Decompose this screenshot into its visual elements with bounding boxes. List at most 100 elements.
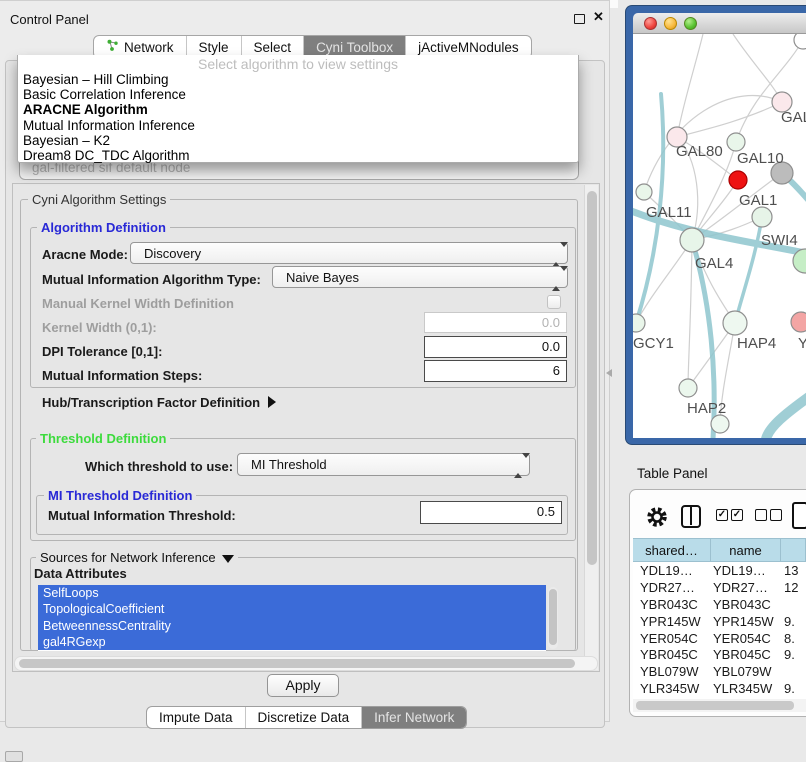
- manual-kernel-checkbox[interactable]: [547, 295, 561, 309]
- network-node-gal4[interactable]: [680, 228, 704, 252]
- attribute-item-gal4rgexp[interactable]: gal4RGexp: [38, 634, 546, 650]
- algorithm-option-bayesian-k2[interactable]: Bayesian – K2: [18, 133, 578, 148]
- table-cell: YLR345W: [711, 681, 781, 696]
- settings-vscroll-thumb[interactable]: [587, 191, 597, 565]
- table-cell: 9.: [781, 681, 806, 696]
- sources-expander[interactable]: Sources for Network Inference: [36, 550, 238, 565]
- mi-type-label: Mutual Information Algorithm Type:: [42, 272, 261, 287]
- select-all-checked-icon[interactable]: ✓: [731, 509, 743, 521]
- hub-definition-label: Hub/Transcription Factor Definition: [42, 395, 260, 410]
- settings-vertical-scrollbar[interactable]: [584, 185, 598, 670]
- table-cell: YBR045C: [633, 647, 711, 662]
- table-cell: YDL19…: [633, 563, 711, 578]
- split-divider-arrow-icon[interactable]: [606, 369, 612, 377]
- network-node-hap4[interactable]: [723, 311, 747, 335]
- spinner-arrows-icon: [514, 458, 522, 473]
- settings-horizontal-scrollbar[interactable]: [14, 656, 598, 671]
- algorithm-option-basic-correlation-inference[interactable]: Basic Correlation Inference: [18, 87, 578, 102]
- columns-icon[interactable]: [681, 505, 701, 528]
- table-cell: YBL079W: [633, 664, 711, 679]
- network-node-swi4[interactable]: [752, 207, 772, 227]
- table-horizontal-scrollbar[interactable]: [633, 699, 806, 712]
- apply-button[interactable]: Apply: [267, 674, 339, 697]
- table-cell: 9.: [781, 614, 806, 629]
- node-label-gal: GAL: [781, 109, 806, 126]
- table-hscroll-thumb[interactable]: [636, 701, 794, 710]
- network-icon: [106, 39, 119, 55]
- node-label-gal1: GAL1: [739, 192, 777, 209]
- which-threshold-label: Which threshold to use:: [85, 459, 233, 474]
- deselect-all-icon[interactable]: [770, 509, 782, 521]
- attribute-item-topologicalcoefficient[interactable]: TopologicalCoefficient: [38, 601, 546, 617]
- tab-discretize-data[interactable]: Discretize Data: [245, 707, 362, 728]
- mi-threshold-label: Mutual Information Threshold:: [48, 508, 236, 523]
- table-cell: YBR043C: [711, 597, 781, 612]
- node-label-hap4: HAP4: [737, 335, 776, 352]
- algorithm-option-bayesian-hill-climbing[interactable]: Bayesian – Hill Climbing: [18, 72, 578, 87]
- settings-hscroll-thumb[interactable]: [19, 659, 575, 668]
- table-row[interactable]: YER054CYER054C8.: [633, 630, 806, 647]
- algorithm-option-aracne-algorithm[interactable]: ARACNE Algorithm: [18, 102, 578, 117]
- tab-infer-network[interactable]: Infer Network: [361, 707, 466, 728]
- table-row[interactable]: YLR345WYLR345W9.: [633, 680, 806, 697]
- which-threshold-combo[interactable]: MI Threshold: [237, 453, 530, 476]
- manual-kernel-label: Manual Kernel Width Definition: [42, 296, 234, 311]
- table-row[interactable]: YDR27…YDR27…12: [633, 579, 806, 596]
- network-window-titlebar[interactable]: [633, 13, 806, 34]
- tab-label: Style: [199, 40, 229, 55]
- attributes-scrollbar-thumb[interactable]: [549, 589, 557, 645]
- algorithm-option-mutual-information-inference[interactable]: Mutual Information Inference: [18, 118, 578, 133]
- network-node-gcy1[interactable]: [633, 314, 645, 332]
- traffic-light-minimize-icon[interactable]: [664, 17, 677, 30]
- column-header-name[interactable]: name: [711, 539, 781, 561]
- table-row[interactable]: YPR145WYPR145W9.: [633, 613, 806, 630]
- table-cell: 12: [781, 580, 806, 595]
- algorithm-option-dream8-dc-tdc-algorithm[interactable]: Dream8 DC_TDC Algorithm: [18, 148, 578, 163]
- dpi-tolerance-field[interactable]: 0.0: [424, 336, 567, 358]
- traffic-light-zoom-icon[interactable]: [684, 17, 697, 30]
- table-cell: 9.: [781, 647, 806, 662]
- table-doc-icon[interactable]: [792, 502, 806, 529]
- column-header-cut[interactable]: [781, 539, 806, 561]
- network-node-hap2[interactable]: [679, 379, 697, 397]
- attribute-item-selfloops[interactable]: SelfLoops: [38, 585, 546, 601]
- minimized-panel-icon[interactable]: [5, 751, 23, 762]
- kernel-width-field[interactable]: 0.0: [424, 312, 567, 333]
- tab-impute-data[interactable]: Impute Data: [147, 707, 245, 728]
- mi-threshold-field[interactable]: 0.5: [420, 501, 562, 524]
- network-node[interactable]: [794, 34, 806, 49]
- select-all-checked-icon[interactable]: ✓: [716, 509, 728, 521]
- column-header-shared[interactable]: shared…: [633, 539, 711, 561]
- network-node-gal11[interactable]: [636, 184, 652, 200]
- network-node-y[interactable]: [791, 312, 806, 332]
- network-node[interactable]: [711, 415, 729, 433]
- traffic-light-close-icon[interactable]: [644, 17, 657, 30]
- network-node-gal1[interactable]: [729, 171, 747, 189]
- table-cell: YBR045C: [711, 647, 781, 662]
- hub-definition-expander[interactable]: Hub/Transcription Factor Definition: [42, 395, 276, 410]
- table-row[interactable]: YDL19…YDL19…13: [633, 562, 806, 579]
- kernel-width-label: Kernel Width (0,1):: [42, 320, 157, 335]
- sources-label: Sources for Network Inference: [40, 550, 216, 565]
- float-window-icon[interactable]: [574, 14, 585, 24]
- spinner-arrows-icon: [552, 271, 560, 286]
- mi-type-combo[interactable]: Naive Bayes: [272, 266, 568, 288]
- aracne-mode-combo[interactable]: Discovery: [130, 242, 568, 264]
- network-canvas[interactable]: GALGAL80GAL10GAL1GAL11SWI4GAL4GCY1HAP4YH…: [633, 34, 806, 438]
- network-node-gal10[interactable]: [727, 133, 745, 151]
- control-panel-title: Control Panel: [10, 12, 89, 27]
- table-cell: YDR27…: [633, 580, 711, 595]
- table-row[interactable]: YBR045CYBR045C9.: [633, 646, 806, 663]
- table-row[interactable]: YBR043CYBR043C: [633, 596, 806, 613]
- deselect-all-icon[interactable]: [755, 509, 767, 521]
- table-row[interactable]: YBL079WYBL079W: [633, 663, 806, 680]
- close-panel-icon[interactable]: ✕: [593, 9, 604, 25]
- which-threshold-value: MI Threshold: [251, 457, 327, 472]
- mi-steps-field[interactable]: 6: [424, 360, 567, 382]
- node-label-hap2: HAP2: [687, 400, 726, 417]
- gear-icon[interactable]: [645, 504, 669, 535]
- table-cell: 8.: [781, 631, 806, 646]
- attribute-item-betweennesscentrality[interactable]: BetweennessCentrality: [38, 618, 546, 634]
- attributes-scrollbar[interactable]: [548, 587, 558, 649]
- node-label-gal11: GAL11: [646, 204, 692, 221]
